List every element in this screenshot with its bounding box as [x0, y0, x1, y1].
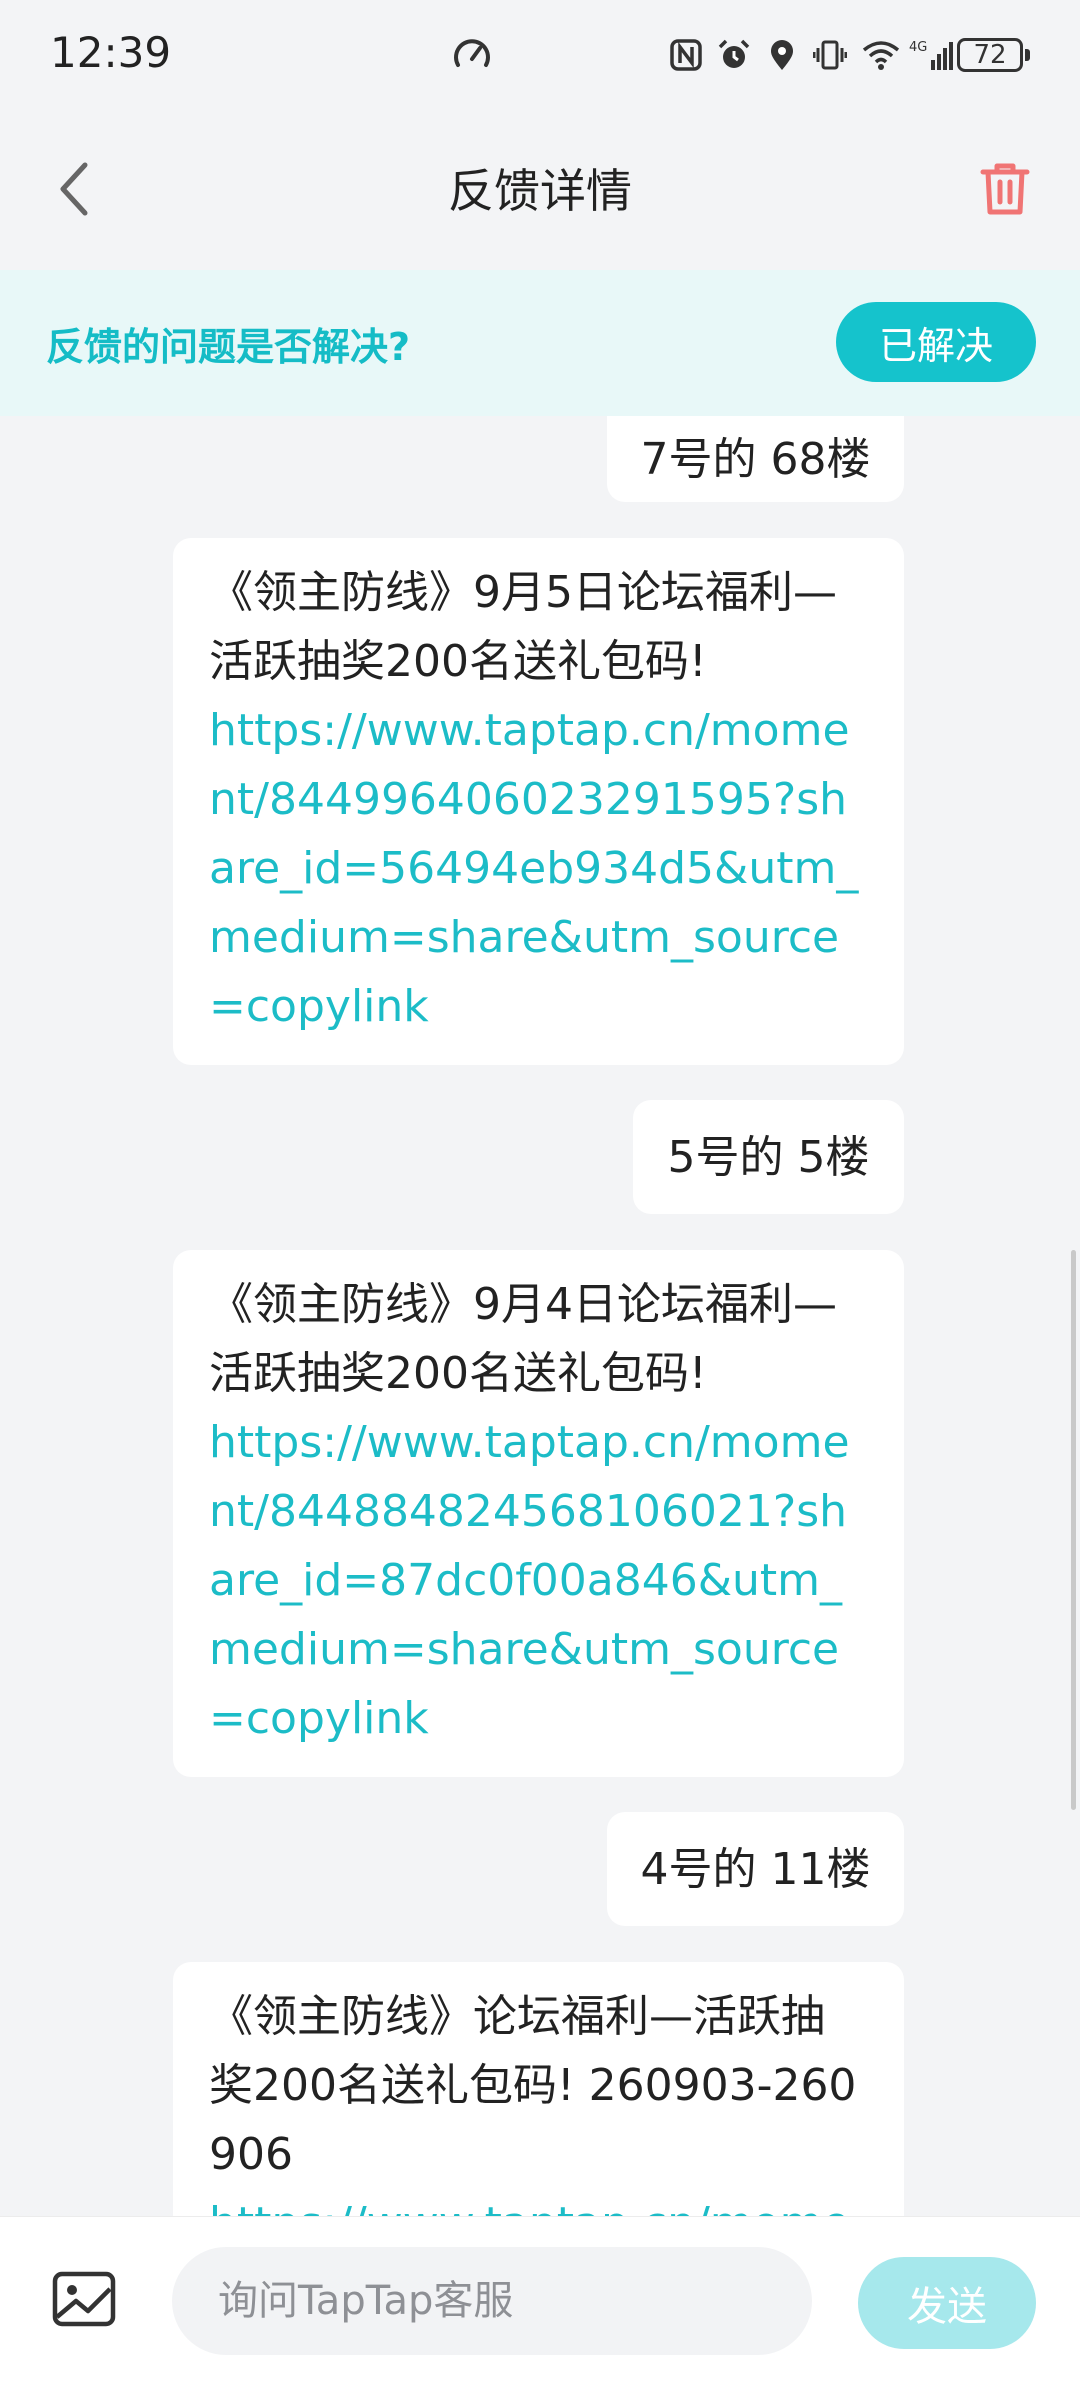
message-bubble: 《领主防线》9月5日论坛福利—活跃抽奖200名送礼包码! https://www…	[173, 538, 904, 1065]
message-text: 《领主防线》9月4日论坛福利—活跃抽奖200名送礼包码!	[209, 1279, 837, 1399]
vibrate-icon	[812, 38, 848, 72]
battery-level: 72	[957, 38, 1023, 72]
page-title: 反馈详情	[448, 164, 632, 218]
scrollbar[interactable]	[1071, 1250, 1076, 1810]
status-bar: 12:39 4G 72	[0, 0, 1080, 110]
composer-bar: 发送	[0, 2216, 1080, 2383]
alarm-icon	[717, 38, 751, 72]
message-bubble: 《领主防线》9月4日论坛福利—活跃抽奖200名送礼包码! https://www…	[173, 1250, 904, 1777]
location-icon	[765, 38, 799, 72]
message-bubble: 5号的 5楼	[633, 1100, 904, 1214]
message-list[interactable]: 7号的 68楼 《领主防线》9月5日论坛福利—活跃抽奖200名送礼包码! htt…	[0, 416, 1080, 2216]
status-time: 12:39	[50, 28, 172, 77]
message-bubble: 《领主防线》论坛福利—活跃抽奖200名送礼包码! 260903-260906 h…	[173, 1962, 904, 2216]
svg-text:4G: 4G	[909, 40, 927, 55]
message-link[interactable]: https://www.taptap.cn/moment	[209, 2189, 868, 2216]
nfc-icon	[669, 38, 703, 72]
signal-4g-icon: 4G	[909, 38, 953, 72]
message-text: 7号的 68楼	[640, 433, 871, 485]
send-button[interactable]: 发送	[858, 2257, 1036, 2349]
message-link[interactable]: https://www.taptap.cn/moment/84488482456…	[209, 1408, 868, 1753]
message-bubble: 7号的 68楼	[607, 416, 904, 502]
resolve-banner: 反馈的问题是否解决? 已解决	[0, 270, 1080, 416]
speed-icon	[452, 35, 492, 75]
chat-input[interactable]	[172, 2247, 812, 2355]
message-text: 5号的 5楼	[667, 1131, 870, 1183]
trash-icon	[980, 163, 1030, 215]
message-bubble: 4号的 11楼	[607, 1812, 904, 1926]
delete-button[interactable]	[970, 154, 1040, 224]
battery-icon: 72	[957, 38, 1030, 72]
resolved-button[interactable]: 已解决	[836, 302, 1036, 382]
resolve-question: 反馈的问题是否解决?	[46, 325, 411, 369]
message-text: 4号的 11楼	[640, 1843, 871, 1895]
status-icons: 4G 72	[669, 30, 1030, 80]
wifi-icon	[861, 38, 900, 72]
message-text: 《领主防线》9月5日论坛福利—活跃抽奖200名送礼包码!	[209, 567, 837, 687]
image-button[interactable]	[52, 2271, 116, 2327]
title-bar: 反馈详情	[0, 110, 1080, 270]
message-text: 《领主防线》论坛福利—活跃抽奖200名送礼包码! 260903-260906	[209, 1991, 857, 2180]
message-link[interactable]: https://www.taptap.cn/moment/84499640602…	[209, 696, 868, 1041]
image-icon	[52, 2271, 116, 2327]
